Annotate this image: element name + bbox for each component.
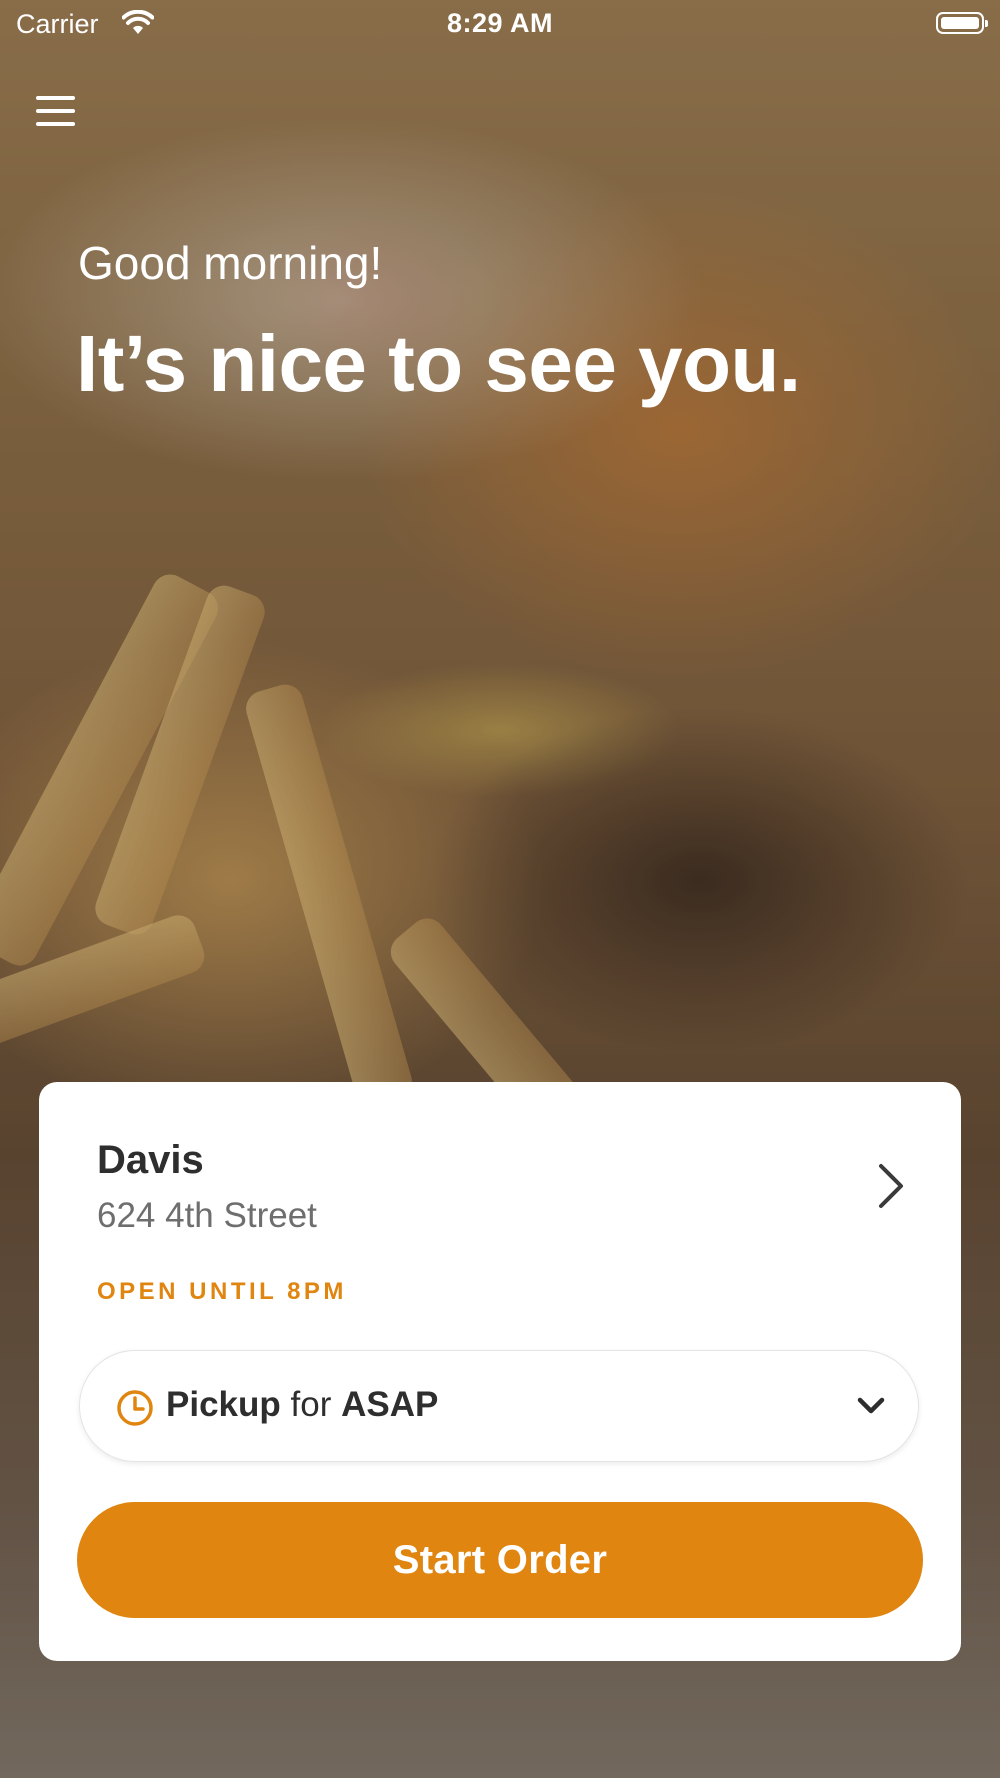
order-connector: for	[290, 1385, 332, 1424]
chevron-down-icon	[857, 1397, 885, 1414]
start-order-button[interactable]: Start Order	[77, 1502, 923, 1618]
location-address: 624 4th Street	[97, 1196, 317, 1235]
home-screen: Carrier 8:29 AM Good morning! It’s nice …	[0, 0, 1000, 1778]
order-mode: Pickup	[166, 1385, 281, 1424]
order-type-dropdown[interactable]: Pickup for ASAP	[79, 1350, 919, 1462]
location-card: Davis 624 4th Street OPEN UNTIL 8PM Pick…	[39, 1082, 961, 1661]
status-bar: Carrier 8:29 AM	[0, 0, 1000, 50]
location-name: Davis	[97, 1138, 204, 1182]
hours-status: OPEN UNTIL 8PM	[97, 1278, 347, 1305]
greeting-text: Good morning!	[78, 237, 383, 289]
chevron-right-icon[interactable]	[875, 1162, 905, 1210]
clock-icon	[117, 1390, 153, 1426]
battery-icon	[936, 12, 988, 34]
order-type-label: Pickup for ASAP	[166, 1385, 438, 1425]
headline-text: It’s nice to see you.	[76, 319, 801, 408]
hamburger-menu-icon[interactable]	[36, 92, 78, 132]
order-time: ASAP	[341, 1385, 439, 1424]
status-time: 8:29 AM	[446, 8, 554, 38]
